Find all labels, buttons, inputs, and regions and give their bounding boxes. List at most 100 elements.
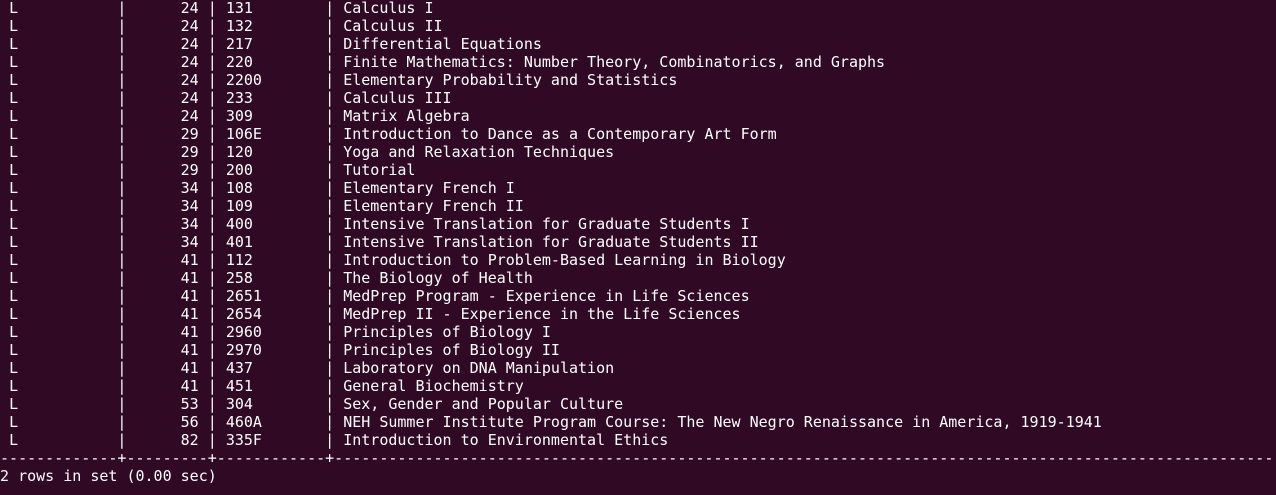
cell-type: L: [9, 215, 109, 233]
cell-course-title: Laboratory on DNA Manipulation: [343, 359, 615, 377]
cell-course-title: Calculus I: [343, 0, 434, 17]
cell-type: L: [9, 17, 109, 35]
cell-dept: 34: [135, 197, 199, 215]
cell-dept: 24: [135, 53, 199, 71]
cell-type: L: [9, 53, 109, 71]
cell-course-number: 2970: [225, 341, 317, 359]
cell-course-number: 120: [225, 143, 317, 161]
cell-type: L: [9, 125, 109, 143]
table-row: | L | 41 | 258 | The Biology of Health |: [0, 269, 1276, 287]
cell-course-number: 220: [225, 53, 317, 71]
cell-course-number: 451: [225, 377, 317, 395]
query-status: 52 rows in set (0.00 sec): [0, 467, 217, 485]
cell-type: L: [9, 107, 109, 125]
table-row: | L | 41 | 437 | Laboratory on DNA Manip…: [0, 359, 1276, 377]
cell-course-title: General Biochemistry: [343, 377, 524, 395]
cell-dept: 56: [135, 413, 199, 431]
cell-course-number: 217: [225, 35, 317, 53]
cell-type: L: [9, 269, 109, 287]
table-row: | L | 41 | 2651 | MedPrep Program - Expe…: [0, 287, 1276, 305]
cell-dept: 24: [135, 17, 199, 35]
cell-dept: 34: [135, 233, 199, 251]
cell-course-number: 108: [225, 179, 317, 197]
cell-course-number: 200: [225, 161, 317, 179]
table-row: | L | 41 | 451 | General Biochemistry |: [0, 377, 1276, 395]
cell-type: L: [9, 35, 109, 53]
table-row: | L | 34 | 109 | Elementary French II |: [0, 197, 1276, 215]
cell-course-title: Elementary Probability and Statistics: [343, 71, 678, 89]
cell-type: L: [9, 71, 109, 89]
cell-dept: 41: [135, 287, 199, 305]
cell-course-number: 2654: [225, 305, 317, 323]
cell-dept: 29: [135, 125, 199, 143]
cell-type: L: [9, 305, 109, 323]
cell-course-title: Sex, Gender and Popular Culture: [343, 395, 624, 413]
cell-dept: 24: [135, 71, 199, 89]
cell-dept: 29: [135, 143, 199, 161]
table-row: | L | 82 | 335F | Introduction to Enviro…: [0, 431, 1276, 449]
cell-course-title: NEH Summer Institute Program Course: The…: [343, 413, 1102, 431]
cell-type: L: [9, 197, 109, 215]
table-row: | L | 24 | 220 | Finite Mathematics: Num…: [0, 53, 1276, 71]
terminal-window[interactable]: | L | 24 | 131 | Calculus I || L | 24 | …: [0, 0, 1276, 495]
cell-dept: 41: [135, 341, 199, 359]
cell-type: L: [9, 179, 109, 197]
table-row: | L | 29 | 200 | Tutorial |: [0, 161, 1276, 179]
table-row: | L | 29 | 120 | Yoga and Relaxation Tec…: [0, 143, 1276, 161]
cell-dept: 41: [135, 323, 199, 341]
table-row: | L | 41 | 112 | Introduction to Problem…: [0, 251, 1276, 269]
cell-type: L: [9, 251, 109, 269]
cell-course-number: 258: [225, 269, 317, 287]
cell-course-title: Matrix Algebra: [343, 107, 470, 125]
cell-dept: 24: [135, 35, 199, 53]
cell-dept: 41: [135, 251, 199, 269]
cell-course-number: 304: [225, 395, 317, 413]
cell-course-title: Principles of Biology II: [343, 341, 560, 359]
table-row: | L | 24 | 132 | Calculus II |: [0, 17, 1276, 35]
cell-course-number: 2651: [225, 287, 317, 305]
cell-type: L: [9, 287, 109, 305]
cell-course-number: 132: [225, 17, 317, 35]
table-row: | L | 41 | 2654 | MedPrep II - Experienc…: [0, 305, 1276, 323]
cell-dept: 82: [135, 431, 199, 449]
cell-course-title: Calculus III: [343, 89, 452, 107]
cell-dept: 24: [135, 0, 199, 17]
table-row: | L | 41 | 2960 | Principles of Biology …: [0, 323, 1276, 341]
cell-dept: 41: [135, 269, 199, 287]
cell-dept: 41: [135, 377, 199, 395]
table-row: | L | 24 | 217 | Differential Equations …: [0, 35, 1276, 53]
cell-course-title: Elementary French II: [343, 197, 524, 215]
table-row: | L | 34 | 108 | Elementary French I |: [0, 179, 1276, 197]
cell-type: L: [9, 431, 109, 449]
table-row: | L | 29 | 106E | Introduction to Dance …: [0, 125, 1276, 143]
cell-course-number: 2960: [225, 323, 317, 341]
cell-course-title: Introduction to Dance as a Contemporary …: [343, 125, 777, 143]
cell-course-title: MedPrep Program - Experience in Life Sci…: [343, 287, 750, 305]
cell-type: L: [9, 341, 109, 359]
cell-course-number: 131: [225, 0, 317, 17]
cell-course-title: Finite Mathematics: Number Theory, Combi…: [343, 53, 886, 71]
cell-course-number: 112: [225, 251, 317, 269]
cell-type: L: [9, 359, 109, 377]
cell-type: L: [9, 0, 109, 17]
cell-type: L: [9, 323, 109, 341]
cell-course-title: Yoga and Relaxation Techniques: [343, 143, 615, 161]
table-row: | L | 56 | 460A | NEH Summer Institute P…: [0, 413, 1276, 431]
cell-course-number: 401: [225, 233, 317, 251]
cell-course-number: 309: [225, 107, 317, 125]
cell-type: L: [9, 395, 109, 413]
cell-course-title: MedPrep II - Experience in the Life Scie…: [343, 305, 741, 323]
table-row: | L | 24 | 2200 | Elementary Probability…: [0, 71, 1276, 89]
cell-dept: 34: [135, 215, 199, 233]
cell-course-title: Introduction to Problem-Based Learning i…: [343, 251, 786, 269]
cell-course-number: 335F: [225, 431, 317, 449]
cell-type: L: [9, 377, 109, 395]
table-row: | L | 34 | 400 | Intensive Translation f…: [0, 215, 1276, 233]
cell-course-number: 460A: [225, 413, 317, 431]
cell-course-title: Intensive Translation for Graduate Stude…: [343, 233, 759, 251]
cell-course-title: The Biology of Health: [343, 269, 533, 287]
cell-type: L: [9, 143, 109, 161]
table-border: +-------------+---------+------------+--…: [0, 449, 1276, 467]
cell-dept: 29: [135, 161, 199, 179]
cell-type: L: [9, 161, 109, 179]
